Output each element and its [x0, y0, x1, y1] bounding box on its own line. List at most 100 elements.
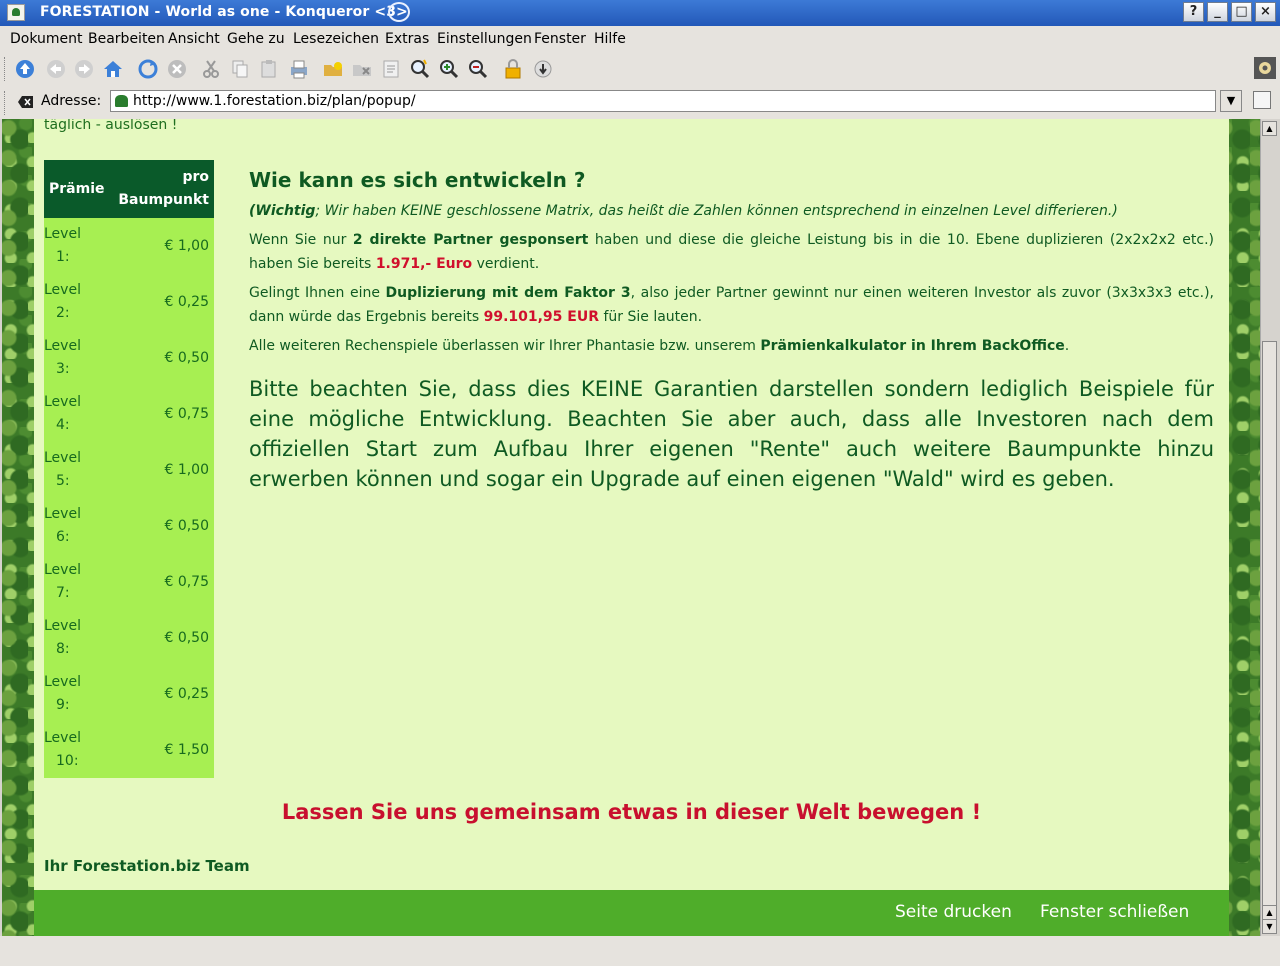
value-cell: € 0,25	[109, 274, 214, 330]
download-icon[interactable]	[532, 58, 554, 80]
url-history-dropdown[interactable]: ▼	[1220, 90, 1242, 112]
scroll-down-button[interactable]: ▼	[1262, 919, 1277, 934]
menu-dokument[interactable]: Dokument	[10, 31, 83, 47]
menu-bearbeiten[interactable]: Bearbeiten	[88, 31, 165, 47]
stop-icon[interactable]	[166, 58, 188, 80]
p3-bold: Prämienkalkulator in Ihrem BackOffice	[760, 338, 1065, 354]
p2-text-a: Gelingt Ihnen eine	[249, 285, 386, 301]
print-page-link[interactable]: Seite drucken	[895, 902, 1012, 922]
value-cell: € 0,25	[109, 666, 214, 722]
main-text: Wie kann es sich entwickeln ? (Wichtig; …	[249, 167, 1214, 494]
toolbar-handle[interactable]	[4, 57, 8, 81]
addressbar-handle[interactable]	[4, 91, 8, 115]
scroll-thumb[interactable]	[1262, 341, 1277, 906]
menu-bar: Dokument Bearbeiten Ansicht Gehe zu Lese…	[0, 26, 1280, 51]
app-icon[interactable]	[7, 4, 25, 21]
forward-icon[interactable]	[73, 58, 95, 80]
p2-text-e: für Sie lauten.	[599, 309, 703, 325]
level-cell: Level 8:	[44, 610, 109, 666]
header-pro: pro	[182, 169, 209, 185]
minimize-button[interactable]: _	[1207, 2, 1228, 22]
zoom-icon[interactable]	[409, 58, 431, 80]
back-icon[interactable]	[45, 58, 67, 80]
zoom-in-icon[interactable]	[438, 58, 460, 80]
close-window-link[interactable]: Fenster schließen	[1040, 902, 1189, 922]
level-number: 10:	[56, 753, 79, 769]
cut-off-text: täglich - auslösen !	[44, 119, 178, 133]
level-number: 3:	[56, 361, 70, 377]
scroll-up-button-bottom[interactable]: ▲	[1262, 905, 1277, 920]
close-button[interactable]: ×	[1255, 2, 1276, 22]
clear-location-icon[interactable]	[18, 95, 34, 109]
p2-amount: 99.101,95 EUR	[483, 309, 600, 325]
level-label: Level	[44, 674, 81, 690]
level-number: 2:	[56, 305, 70, 321]
main-toolbar	[0, 51, 1280, 87]
print-icon[interactable]	[288, 58, 310, 80]
url-input[interactable]: http://www.1.forestation.biz/plan/popup/	[110, 90, 1216, 112]
level-label: Level	[44, 282, 81, 298]
value-cell: € 0,50	[109, 498, 214, 554]
address-bar: Adresse: http://www.1.forestation.biz/pl…	[0, 87, 1280, 119]
level-label: Level	[44, 562, 81, 578]
new-folder-icon[interactable]	[322, 58, 344, 80]
level-cell: Level 9:	[44, 666, 109, 722]
up-icon[interactable]	[14, 58, 36, 80]
vertical-scrollbar[interactable]: ▲ ▲ ▼	[1260, 119, 1278, 936]
team-signature: Ihr Forestation.biz Team	[44, 857, 250, 875]
value-cell: € 1,50	[109, 722, 214, 778]
level-number: 5:	[56, 473, 70, 489]
copy-icon[interactable]	[229, 58, 251, 80]
reload-icon[interactable]	[137, 58, 159, 80]
value-cell: € 1,00	[109, 442, 214, 498]
menu-gehe-zu[interactable]: Gehe zu	[227, 31, 285, 47]
table-row: Level 10: € 1,50	[44, 722, 214, 778]
table-row: Level 1: € 1,00	[44, 218, 214, 274]
go-button[interactable]	[1253, 91, 1271, 109]
menu-ansicht[interactable]: Ansicht	[168, 31, 220, 47]
p3-text-c: .	[1064, 338, 1070, 354]
site-favicon	[115, 95, 128, 107]
level-label: Level	[44, 226, 81, 242]
level-label: Level	[44, 338, 81, 354]
table-row: Level 5: € 1,00	[44, 442, 214, 498]
table-row: Level 7: € 0,75	[44, 554, 214, 610]
header-pro-baumpunkt: pro Baumpunkt	[109, 160, 214, 218]
level-number: 7:	[56, 585, 70, 601]
menu-extras[interactable]: Extras	[385, 31, 429, 47]
note-bold: (Wichtig	[249, 203, 316, 219]
menu-einstellungen[interactable]: Einstellungen	[437, 31, 532, 47]
header-baumpunkt: Baumpunkt	[118, 192, 209, 208]
level-label: Level	[44, 506, 81, 522]
scroll-up-button[interactable]: ▲	[1262, 121, 1277, 136]
status-bar	[0, 936, 1280, 966]
zoom-out-icon[interactable]	[467, 58, 489, 80]
cut-icon[interactable]	[200, 58, 222, 80]
menu-fenster[interactable]: Fenster	[534, 31, 586, 47]
level-cell: Level 4:	[44, 386, 109, 442]
menu-lesezeichen[interactable]: Lesezeichen	[293, 31, 379, 47]
p1-text-e: verdient.	[472, 256, 540, 272]
activity-gear-icon	[1254, 57, 1276, 79]
value-cell: € 1,00	[109, 218, 214, 274]
konqueror-spiral-icon	[388, 2, 410, 22]
disclaimer-text: Bitte beachten Sie, dass dies KEINE Gara…	[249, 377, 1214, 491]
help-button[interactable]: ?	[1183, 2, 1204, 22]
note-text: ; Wir haben KEINE geschlossene Matrix, d…	[315, 203, 1118, 219]
menu-hilfe[interactable]: Hilfe	[594, 31, 626, 47]
address-label: Adresse:	[41, 93, 102, 109]
paste-icon[interactable]	[258, 58, 280, 80]
lock-icon[interactable]	[502, 58, 524, 80]
p3-text-a: Alle weiteren Rechenspiele überlassen wi…	[249, 338, 761, 354]
delete-icon[interactable]	[351, 58, 373, 80]
table-row: Level 2: € 0,25	[44, 274, 214, 330]
title-bar[interactable]: FORESTATION - World as one - Konqueror <…	[0, 0, 1280, 26]
table-row: Level 6: € 0,50	[44, 498, 214, 554]
home-icon[interactable]	[102, 58, 124, 80]
p1-text-a: Wenn Sie nur	[249, 232, 353, 248]
maximize-button[interactable]: □	[1231, 2, 1252, 22]
properties-icon[interactable]	[380, 58, 402, 80]
paragraph-calculator: Alle weiteren Rechenspiele überlassen wi…	[249, 334, 1214, 358]
value-cell: € 0,75	[109, 554, 214, 610]
section-heading: Wie kann es sich entwickeln ?	[249, 168, 586, 192]
